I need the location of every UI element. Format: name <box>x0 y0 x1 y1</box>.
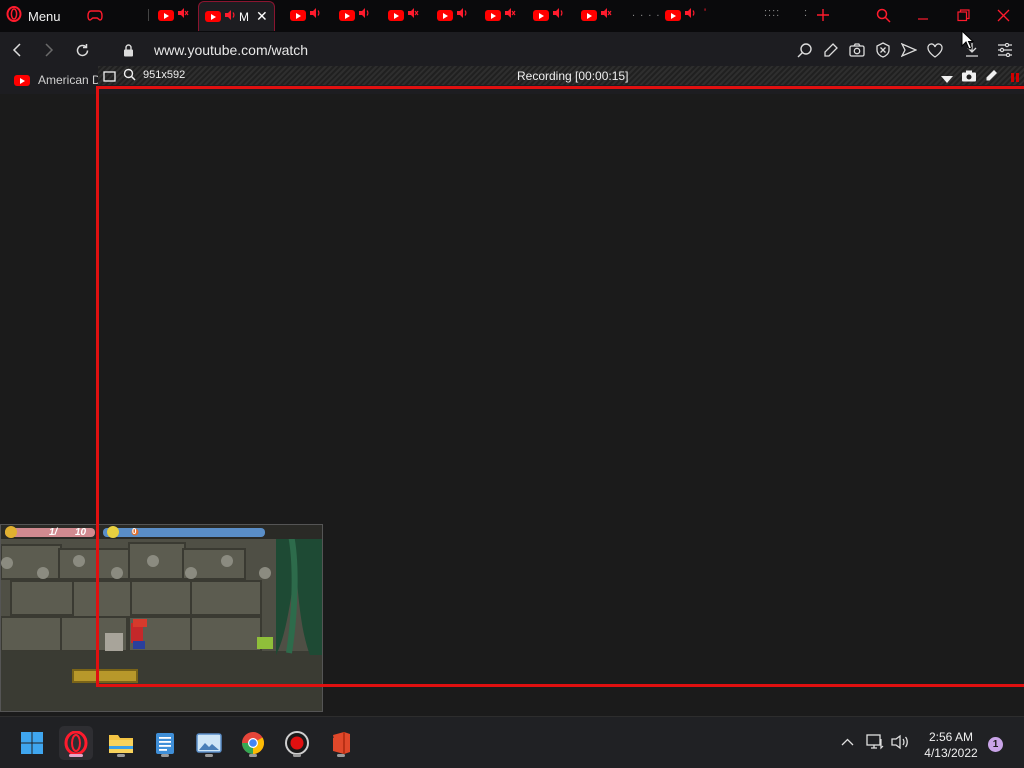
zoom-icon[interactable] <box>123 68 136 86</box>
clock-date: 4/13/2022 <box>924 746 978 760</box>
url-field[interactable]: www.youtube.com/watch <box>154 42 308 58</box>
search-tabs-icon[interactable] <box>868 4 898 26</box>
camera-icon[interactable] <box>848 41 866 59</box>
youtube-icon <box>485 9 501 21</box>
running-indicator <box>161 754 169 757</box>
forward-icon[interactable] <box>38 39 60 61</box>
tab-marker: ' <box>704 7 708 19</box>
speaker-icon[interactable] <box>309 6 321 24</box>
send-icon[interactable] <box>900 41 918 59</box>
reload-icon[interactable] <box>71 39 93 61</box>
tab-overflow-dots: . . . . <box>632 7 661 19</box>
recording-status: Recording [00:00:15] <box>517 69 629 83</box>
tab-youtube-muted[interactable] <box>482 4 519 26</box>
system-clock[interactable]: 2:56 AM 4/13/2022 <box>918 729 984 761</box>
screen: Menu M ✕ . . . . '::::: www.youtube.co… <box>0 0 1024 768</box>
window-select-icon[interactable] <box>103 69 116 87</box>
tab-strip: Menu M ✕ . . . . '::::: <box>0 0 1024 32</box>
heart-icon[interactable] <box>926 41 944 59</box>
file-explorer-icon[interactable] <box>104 726 138 760</box>
speaker-icon[interactable] <box>684 6 696 24</box>
tab-youtube[interactable] <box>434 4 471 26</box>
speaker-muted-icon[interactable] <box>407 6 419 24</box>
chrome-icon[interactable] <box>236 726 270 760</box>
volume-icon[interactable] <box>891 733 909 751</box>
recording-dimensions: 951x592 <box>143 69 186 81</box>
running-indicator <box>293 754 301 757</box>
menu-label: Menu <box>28 8 61 24</box>
stop-record-icon[interactable] <box>1010 70 1020 88</box>
youtube-icon <box>533 9 549 21</box>
network-icon[interactable] <box>866 733 884 751</box>
speaker-muted-icon[interactable] <box>600 6 612 24</box>
youtube-icon <box>437 9 453 21</box>
tab-youtube[interactable] <box>287 4 324 26</box>
start-windows-icon[interactable] <box>15 726 49 760</box>
search-page-icon[interactable] <box>796 41 814 59</box>
snapshot-camera-icon[interactable] <box>962 69 976 87</box>
block-ads-icon[interactable] <box>874 41 892 59</box>
youtube-icon <box>290 9 306 21</box>
tab-youtube-active[interactable]: M ✕ <box>198 1 275 31</box>
youtube-icon <box>205 11 221 22</box>
speaker-icon[interactable] <box>358 6 370 24</box>
back-icon[interactable] <box>6 39 28 61</box>
opera-logo-icon <box>6 5 22 27</box>
active-indicator <box>69 754 83 757</box>
tab-overflow-marks: :::: <box>764 7 781 19</box>
tab-youtube[interactable] <box>662 4 699 26</box>
minimize-icon[interactable] <box>908 4 938 26</box>
notification-badge[interactable]: 1 <box>988 737 1003 752</box>
hud-fp-value: 1/ <box>49 527 58 538</box>
tab-divider <box>148 9 149 21</box>
youtube-icon <box>339 9 355 21</box>
speaker-muted-icon[interactable] <box>177 6 189 24</box>
notepad-icon[interactable] <box>148 726 182 760</box>
restore-icon[interactable] <box>948 4 978 26</box>
taskbar: 2:56 AM 4/13/2022 1 <box>0 716 1024 768</box>
chevron-up-icon[interactable] <box>838 733 856 751</box>
edit-icon[interactable] <box>822 41 840 59</box>
tab-youtube-muted[interactable] <box>578 4 615 26</box>
screen-recorder-icon[interactable] <box>280 726 314 760</box>
lock-icon[interactable] <box>117 39 139 61</box>
draw-pencil-icon[interactable] <box>985 69 998 87</box>
speaker-icon[interactable] <box>552 6 564 24</box>
easy-setup-icon[interactable] <box>996 41 1014 59</box>
running-indicator <box>117 754 125 757</box>
opera-gx-taskbar-icon[interactable] <box>59 726 93 760</box>
gamepad-icon[interactable] <box>84 4 106 26</box>
youtube-icon <box>388 9 404 21</box>
opera-menu-button[interactable]: Menu <box>6 4 61 28</box>
clock-time: 2:56 AM <box>928 730 974 744</box>
hud-hp-value: 10 <box>75 527 87 538</box>
tab-youtube[interactable] <box>336 4 373 26</box>
office-icon[interactable] <box>324 726 358 760</box>
running-indicator <box>249 754 257 757</box>
youtube-icon <box>14 74 30 86</box>
running-indicator <box>337 754 345 757</box>
bookmark-item[interactable]: American D <box>14 73 101 87</box>
close-tab-icon[interactable]: ✕ <box>256 8 268 25</box>
mouse-cursor-icon <box>961 29 975 55</box>
speaker-icon[interactable] <box>456 6 468 24</box>
youtube-icon <box>665 9 681 21</box>
speaker-icon[interactable] <box>224 8 236 26</box>
recorder-toolbar: 951x592 Recording [00:00:15] <box>98 66 1024 85</box>
dropdown-arrow-icon[interactable] <box>941 71 953 89</box>
youtube-icon <box>158 9 174 21</box>
tab-youtube-muted[interactable] <box>155 4 192 26</box>
bookmark-label: American D <box>38 73 101 87</box>
tab-title: M <box>239 9 249 24</box>
photos-icon[interactable] <box>192 726 226 760</box>
running-indicator <box>205 754 213 757</box>
tab-youtube-muted[interactable] <box>385 4 422 26</box>
address-bar: www.youtube.com/watch <box>0 32 1024 68</box>
close-window-icon[interactable] <box>988 4 1018 26</box>
speaker-muted-icon[interactable] <box>504 6 516 24</box>
tab-youtube[interactable] <box>530 4 567 26</box>
recording-region-frame[interactable] <box>96 86 1024 687</box>
new-tab-icon[interactable] <box>808 4 838 26</box>
youtube-icon <box>581 9 597 21</box>
